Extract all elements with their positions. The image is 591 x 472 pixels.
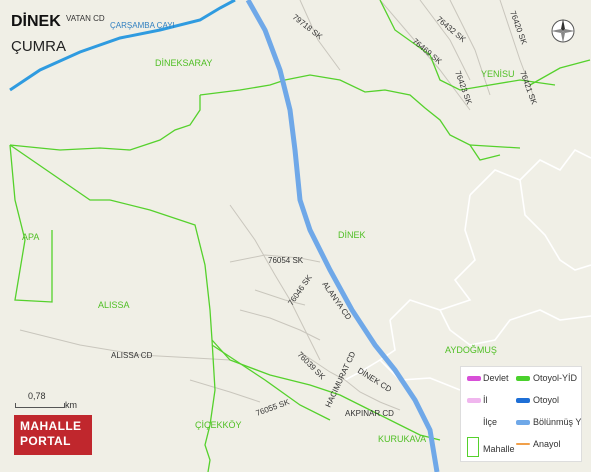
compass-rose-icon[interactable] [550, 18, 576, 44]
label-cicekkoy: ÇİÇEKKÖY [195, 420, 242, 430]
label-dinek: DİNEK [338, 230, 366, 240]
scale-unit: km [65, 400, 77, 410]
legend-swatch-mahalle [467, 437, 479, 457]
legend-swatch-anayol [516, 443, 530, 445]
map-legend: Devlet İl İlçe Mahalle Otoyol-YİD Otoyol… [460, 366, 582, 462]
mahalle-portal-logo[interactable]: MAHALLE PORTAL [14, 415, 92, 455]
legend-label-bolunmus-yol: Bölünmüş Y [533, 417, 582, 427]
label-kurukava: KURUKAVA [378, 434, 426, 444]
legend-label-ilce: İlçe [483, 417, 498, 427]
legend-label-devlet: Devlet [483, 373, 509, 383]
label-carsamba: ÇARŞAMBA ÇAYI [110, 21, 175, 30]
label-aydogmus: AYDOĞMUŞ [445, 345, 497, 355]
label-alissa: ALISSA [98, 300, 130, 310]
logo-line-1: MAHALLE [20, 419, 82, 433]
legend-label-mahalle: Mahalle [483, 444, 515, 454]
label-yenisu: YENİSU [481, 69, 515, 79]
scale-bar [15, 403, 65, 408]
legend-label-anayol: Anayol [533, 439, 561, 449]
legend-swatch-il [467, 398, 481, 403]
legend-swatch-bolunmus-yol [516, 420, 530, 425]
legend-label-il: İl [483, 395, 488, 405]
legend-label-otoyol: Otoyol [533, 395, 560, 405]
label-dineksaray: DİNEKSARAY [155, 58, 212, 68]
label-vatan-cd: VATAN CD [66, 14, 105, 23]
label-76054: 76054 SK [268, 256, 304, 265]
label-akpinar-cd: AKPINAR CD [345, 409, 394, 418]
map-title: DİNEK [11, 13, 61, 30]
legend-swatch-otoyol [516, 398, 530, 403]
label-alissa-cd: ALISSA CD [111, 351, 153, 360]
logo-line-2: PORTAL [20, 434, 71, 448]
legend-swatch-otoyol-yid [516, 376, 530, 381]
map-subtitle: ÇUMRA [11, 38, 66, 55]
legend-swatch-devlet [467, 376, 481, 381]
scale-value: 0,78 [28, 391, 46, 401]
legend-label-otoyol-yid: Otoyol-YİD [533, 373, 578, 383]
label-apa: APA [22, 232, 39, 242]
